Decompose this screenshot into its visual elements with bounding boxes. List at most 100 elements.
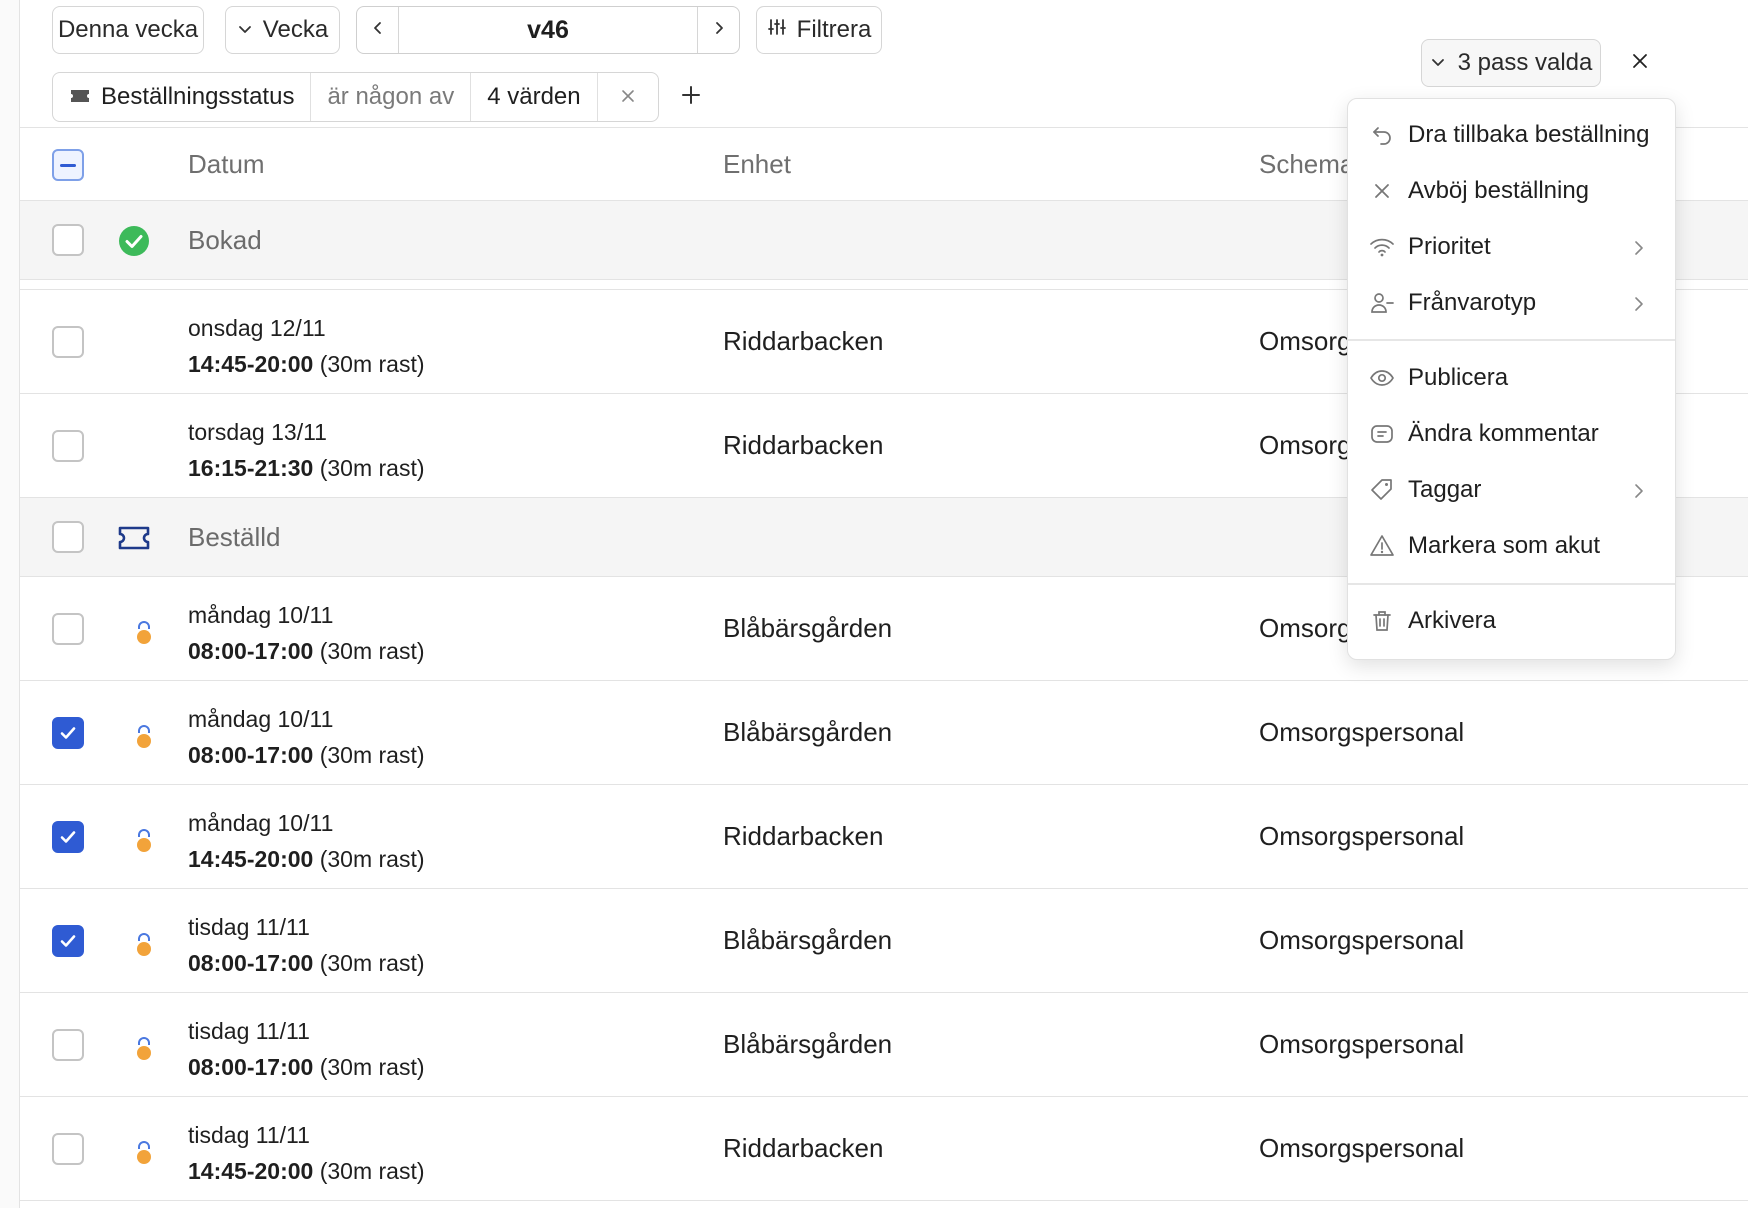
pending-status-icon bbox=[132, 613, 156, 649]
menu-divider bbox=[1348, 583, 1675, 585]
row-checkbox[interactable] bbox=[52, 430, 84, 462]
chevron-right-icon bbox=[712, 20, 726, 41]
ticket-icon bbox=[116, 520, 152, 556]
left-edge-strip bbox=[0, 0, 20, 1208]
group-checkbox[interactable] bbox=[52, 521, 84, 553]
selection-actions-button[interactable]: 3 pass valda bbox=[1421, 39, 1601, 87]
row-time: 14:45-20:00 bbox=[188, 846, 314, 872]
row-date: tisdag 11/11 bbox=[188, 1122, 310, 1148]
ticket-icon bbox=[69, 83, 91, 111]
tag-icon bbox=[1368, 476, 1396, 504]
menu-item-label: Ändra kommentar bbox=[1408, 420, 1599, 447]
row-break: (30m rast) bbox=[319, 742, 425, 768]
period-select[interactable]: Vecka bbox=[225, 6, 340, 54]
menu-item-label: Taggar bbox=[1408, 476, 1482, 503]
row-date-block: tisdag 11/11 14:45-20:00 (30m rast) bbox=[188, 1117, 425, 1189]
row-break: (30m rast) bbox=[319, 846, 425, 872]
table-row[interactable]: tisdag 11/11 14:45-20:00 (30m rast) Ridd… bbox=[20, 1097, 1748, 1201]
row-checkbox[interactable] bbox=[52, 1133, 84, 1165]
this-week-button[interactable]: Denna vecka bbox=[52, 6, 204, 54]
close-icon bbox=[1631, 52, 1649, 75]
menu-item-archive[interactable]: Arkivera bbox=[1348, 593, 1675, 649]
close-icon bbox=[1368, 177, 1396, 205]
column-header-date[interactable]: Datum bbox=[188, 128, 265, 200]
row-date-block: måndag 10/11 08:00-17:00 (30m rast) bbox=[188, 597, 425, 669]
row-unit: Blåbärsgården bbox=[723, 717, 893, 747]
add-filter-button[interactable] bbox=[676, 82, 706, 112]
menu-item-withdraw-order[interactable]: Dra tillbaka beställning bbox=[1348, 107, 1675, 163]
next-week-button[interactable] bbox=[697, 7, 739, 53]
row-schema: Omsorgspersonal bbox=[1259, 1029, 1465, 1059]
row-time: 08:00-17:00 bbox=[188, 950, 314, 976]
row-schema: Omsorgspersonal bbox=[1259, 717, 1465, 747]
menu-item-label: Publicera bbox=[1408, 364, 1509, 391]
row-checkbox[interactable] bbox=[52, 613, 84, 645]
select-all-checkbox[interactable] bbox=[52, 149, 84, 181]
row-date-block: måndag 10/11 08:00-17:00 (30m rast) bbox=[188, 701, 425, 773]
menu-item-mark-urgent[interactable]: Markera som akut bbox=[1348, 518, 1675, 574]
table-row[interactable]: måndag 10/11 14:45-20:00 (30m rast) Ridd… bbox=[20, 785, 1748, 889]
menu-item-label: Markera som akut bbox=[1408, 532, 1601, 559]
group-checkbox[interactable] bbox=[52, 224, 84, 256]
chevron-right-icon bbox=[1629, 293, 1649, 313]
row-date-block: tisdag 11/11 08:00-17:00 (30m rast) bbox=[188, 909, 425, 981]
row-schema: Omsorg bbox=[1259, 326, 1352, 356]
row-date: torsdag 13/11 bbox=[188, 419, 327, 445]
menu-item-label: Frånvarotyp bbox=[1408, 289, 1537, 316]
eye-icon bbox=[1368, 364, 1396, 392]
row-break: (30m rast) bbox=[319, 950, 425, 976]
row-unit: Blåbärsgården bbox=[723, 925, 893, 955]
table-row[interactable]: måndag 10/11 08:00-17:00 (30m rast) Blåb… bbox=[20, 681, 1748, 785]
menu-item-absence-type[interactable]: Frånvarotyp bbox=[1348, 275, 1675, 331]
menu-item-decline-order[interactable]: Avböj beställning bbox=[1348, 163, 1675, 219]
row-unit: Blåbärsgården bbox=[723, 1029, 893, 1059]
clear-selection-button[interactable] bbox=[1625, 48, 1655, 78]
chevron-down-icon bbox=[237, 16, 253, 44]
remove-filter-button[interactable] bbox=[596, 73, 658, 121]
week-label[interactable]: v46 bbox=[399, 7, 697, 53]
filter-button[interactable]: Filtrera bbox=[756, 6, 882, 54]
row-time: 08:00-17:00 bbox=[188, 1054, 314, 1080]
row-break: (30m rast) bbox=[319, 455, 425, 481]
selection-label: 3 pass valda bbox=[1457, 49, 1593, 76]
close-icon bbox=[620, 83, 636, 111]
group-label: Beställd bbox=[188, 521, 281, 552]
filter-field[interactable]: Beställningsstatus bbox=[53, 73, 310, 121]
row-checkbox[interactable] bbox=[52, 717, 84, 749]
row-time: 08:00-17:00 bbox=[188, 742, 314, 768]
menu-item-tags[interactable]: Taggar bbox=[1348, 462, 1675, 518]
row-checkbox[interactable] bbox=[52, 821, 84, 853]
row-date-block: måndag 10/11 14:45-20:00 (30m rast) bbox=[188, 805, 425, 877]
row-unit: Riddarbacken bbox=[723, 326, 884, 356]
filter-operator[interactable]: är någon av bbox=[310, 73, 470, 121]
user-minus-icon bbox=[1368, 289, 1396, 317]
undo-icon bbox=[1368, 121, 1396, 149]
row-date: tisdag 11/11 bbox=[188, 1018, 310, 1044]
row-checkbox[interactable] bbox=[52, 1029, 84, 1061]
row-schema: Omsorgspersonal bbox=[1259, 1133, 1465, 1163]
row-date: måndag 10/11 bbox=[188, 602, 334, 628]
row-date-block: torsdag 13/11 16:15-21:30 (30m rast) bbox=[188, 414, 425, 486]
chevron-right-icon bbox=[1629, 480, 1649, 500]
previous-week-button[interactable] bbox=[357, 7, 399, 53]
table-row[interactable]: tisdag 11/11 08:00-17:00 (30m rast) Blåb… bbox=[20, 889, 1748, 993]
row-break: (30m rast) bbox=[319, 1054, 425, 1080]
pending-status-icon bbox=[132, 821, 156, 857]
this-week-label: Denna vecka bbox=[57, 16, 199, 43]
column-header-schema[interactable]: Schema bbox=[1259, 128, 1354, 200]
row-date-block: onsdag 12/11 14:45-20:00 (30m rast) bbox=[188, 310, 425, 382]
menu-item-label: Prioritet bbox=[1408, 233, 1491, 260]
row-checkbox[interactable] bbox=[52, 326, 84, 358]
table-row[interactable]: tisdag 11/11 08:00-17:00 (30m rast) Blåb… bbox=[20, 993, 1748, 1097]
menu-item-edit-comment[interactable]: Ändra kommentar bbox=[1348, 406, 1675, 462]
selection-actions-menu: Dra tillbaka beställning Avböj beställni… bbox=[1347, 98, 1676, 660]
row-checkbox[interactable] bbox=[52, 925, 84, 957]
row-break: (30m rast) bbox=[319, 638, 425, 664]
filter-value[interactable]: 4 värden bbox=[470, 73, 596, 121]
menu-item-label: Dra tillbaka beställning bbox=[1408, 121, 1650, 148]
menu-item-publish[interactable]: Publicera bbox=[1348, 350, 1675, 406]
menu-item-priority[interactable]: Prioritet bbox=[1348, 219, 1675, 275]
filter-label: Filtrera bbox=[796, 16, 872, 43]
checkmark-icon bbox=[60, 727, 76, 739]
column-header-unit[interactable]: Enhet bbox=[723, 128, 791, 200]
